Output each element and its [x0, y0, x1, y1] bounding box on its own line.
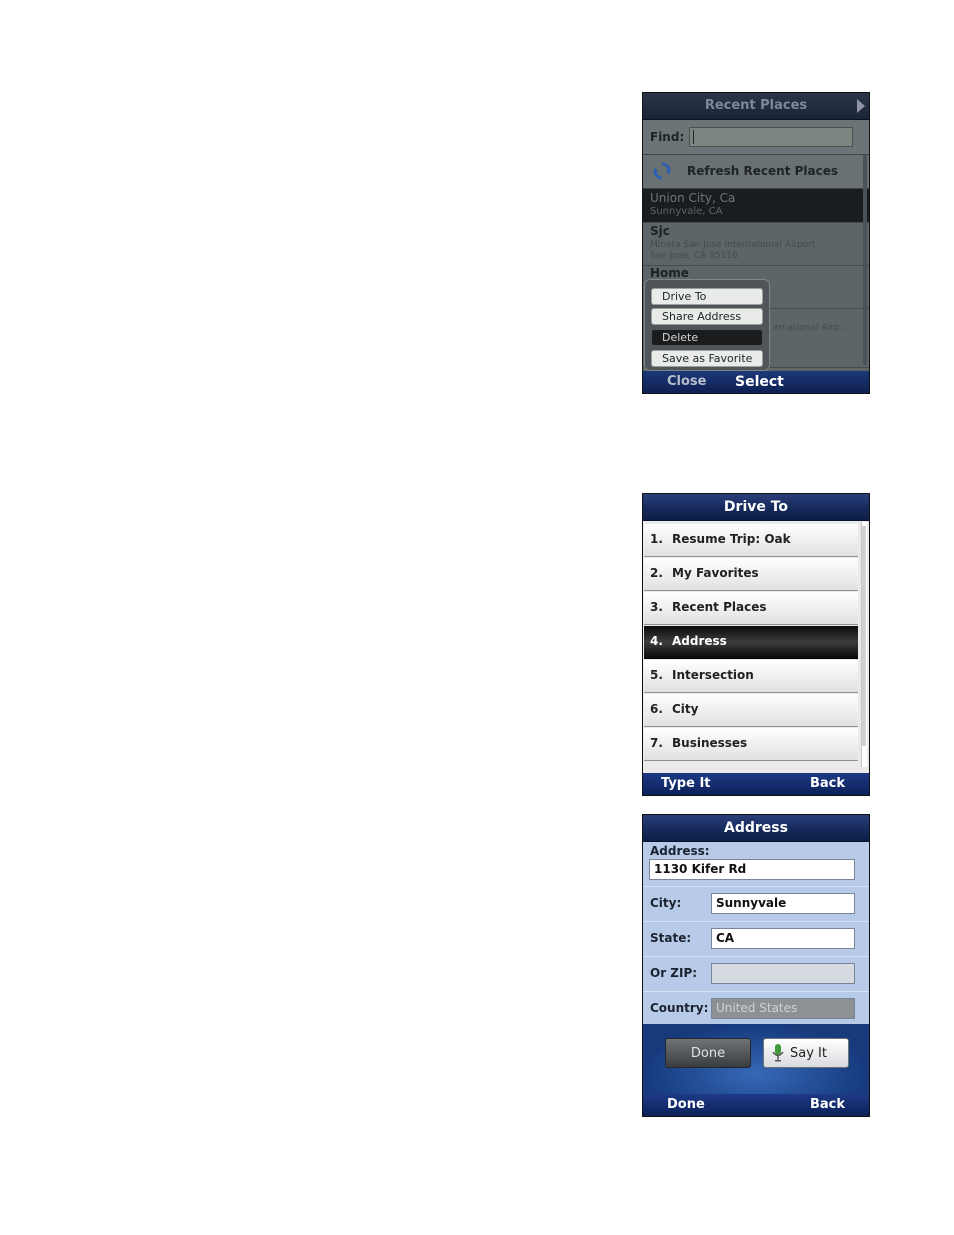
softkey-bar: Done Back	[643, 1094, 869, 1116]
drive-to-screen: Drive To 1. Resume Trip: Oak 2. My Favor…	[642, 493, 870, 796]
softkey-bar: Close Select	[643, 371, 869, 393]
list-item-subtitle: Sunnyvale, CA	[650, 206, 723, 217]
close-softkey[interactable]: Close	[667, 374, 706, 389]
recent-places-title-bar: Recent Places	[643, 93, 869, 120]
menu-item-save-as-favorite[interactable]: Save as Favorite	[651, 350, 763, 367]
list-item-subtitle: San Jose, CA 95110	[650, 251, 738, 261]
address-title-bar: Address	[643, 815, 869, 842]
address-form: Address: 1130 Kifer Rd City: Sunnyvale S…	[643, 842, 869, 1024]
item-label: My Favorites	[672, 566, 759, 580]
refresh-icon	[653, 162, 671, 180]
item-label: Businesses	[672, 736, 748, 750]
say-it-button[interactable]: Say It	[763, 1038, 849, 1068]
menu-item-my-favorites[interactable]: 2. My Favorites	[644, 558, 858, 591]
menu-item-delete[interactable]: Delete	[651, 329, 763, 346]
zip-label: Or ZIP:	[650, 966, 698, 980]
refresh-label: Refresh Recent Places	[687, 164, 839, 178]
item-label: City	[672, 702, 699, 716]
menu-item-recent-places[interactable]: 3. Recent Places	[644, 592, 858, 625]
recent-places-screen: Recent Places Find: Refresh Recent Place…	[642, 92, 870, 394]
menu-item-businesses[interactable]: 7. Businesses	[644, 728, 858, 761]
drive-to-title-bar: Drive To	[643, 494, 869, 521]
city-label: City:	[650, 896, 682, 910]
done-softkey[interactable]: Done	[667, 1097, 705, 1112]
back-softkey[interactable]: Back	[810, 776, 845, 791]
country-field[interactable]: United States	[711, 998, 855, 1019]
divider	[643, 921, 869, 922]
refresh-recent-places-item[interactable]: Refresh Recent Places	[643, 155, 869, 189]
divider	[643, 991, 869, 992]
find-row: Find:	[643, 120, 869, 155]
item-number: 1.	[650, 532, 663, 546]
microphone-icon	[772, 1044, 784, 1062]
menu-item-drive-to[interactable]: Drive To	[651, 288, 763, 305]
list-item[interactable]: Sjc Mineta San Jose International Airpor…	[643, 223, 869, 266]
scrollbar[interactable]	[861, 522, 867, 767]
divider	[643, 886, 869, 887]
item-number: 2.	[650, 566, 663, 580]
scrollbar[interactable]	[863, 155, 867, 365]
item-label: Resume Trip: Oak	[672, 532, 791, 546]
softkey-bar: Type It Back	[643, 773, 869, 795]
menu-item-city[interactable]: 6. City	[644, 694, 858, 727]
say-it-label: Say It	[790, 1046, 827, 1061]
city-field[interactable]: Sunnyvale	[711, 893, 855, 914]
find-input[interactable]	[689, 127, 853, 147]
list-item[interactable]: Union City, Ca Sunnyvale, CA	[643, 189, 869, 223]
text-caret	[693, 130, 694, 144]
item-number: 6.	[650, 702, 663, 716]
arrow-right-icon[interactable]	[857, 99, 865, 113]
item-label: Intersection	[672, 668, 754, 682]
item-label: Address	[672, 634, 727, 648]
list-item-subtitle: ernational Airp..	[773, 323, 846, 333]
divider	[643, 956, 869, 957]
menu-item-share-address[interactable]: Share Address	[651, 308, 763, 325]
state-label: State:	[650, 931, 692, 945]
context-menu: Drive To Share Address Delete Save as Fa…	[644, 279, 770, 371]
menu-item-resume-trip[interactable]: 1. Resume Trip: Oak	[644, 524, 858, 557]
item-label: Recent Places	[672, 600, 767, 614]
address-screen: Address Address: 1130 Kifer Rd City: Sun…	[642, 814, 870, 1117]
country-label: Country:	[650, 1001, 709, 1015]
list-item-title: Union City, Ca	[650, 191, 736, 205]
state-field[interactable]: CA	[711, 928, 855, 949]
back-softkey[interactable]: Back	[810, 1097, 845, 1112]
type-it-softkey[interactable]: Type It	[661, 776, 711, 791]
item-number: 7.	[650, 736, 663, 750]
item-number: 3.	[650, 600, 663, 614]
screen-title: Drive To	[723, 499, 789, 515]
address-field[interactable]: 1130 Kifer Rd	[649, 859, 855, 880]
list-item-subtitle: Mineta San Jose International Airport	[650, 240, 816, 250]
item-number: 4.	[650, 634, 663, 648]
screen-title: Address	[724, 820, 788, 836]
scrollbar-thumb[interactable]	[862, 526, 866, 746]
button-area: Done Say It	[643, 1024, 869, 1096]
address-label: Address:	[650, 844, 710, 858]
done-button[interactable]: Done	[665, 1038, 751, 1068]
menu-item-intersection[interactable]: 5. Intersection	[644, 660, 858, 693]
item-number: 5.	[650, 668, 663, 682]
find-label: Find:	[650, 130, 685, 144]
zip-field[interactable]	[711, 963, 855, 984]
menu-item-address[interactable]: 4. Address	[644, 626, 858, 659]
screen-title: Recent Places	[704, 98, 808, 113]
select-softkey[interactable]: Select	[735, 374, 784, 390]
list-item-title: Home	[650, 266, 689, 280]
list-item-title: Sjc	[650, 224, 670, 238]
